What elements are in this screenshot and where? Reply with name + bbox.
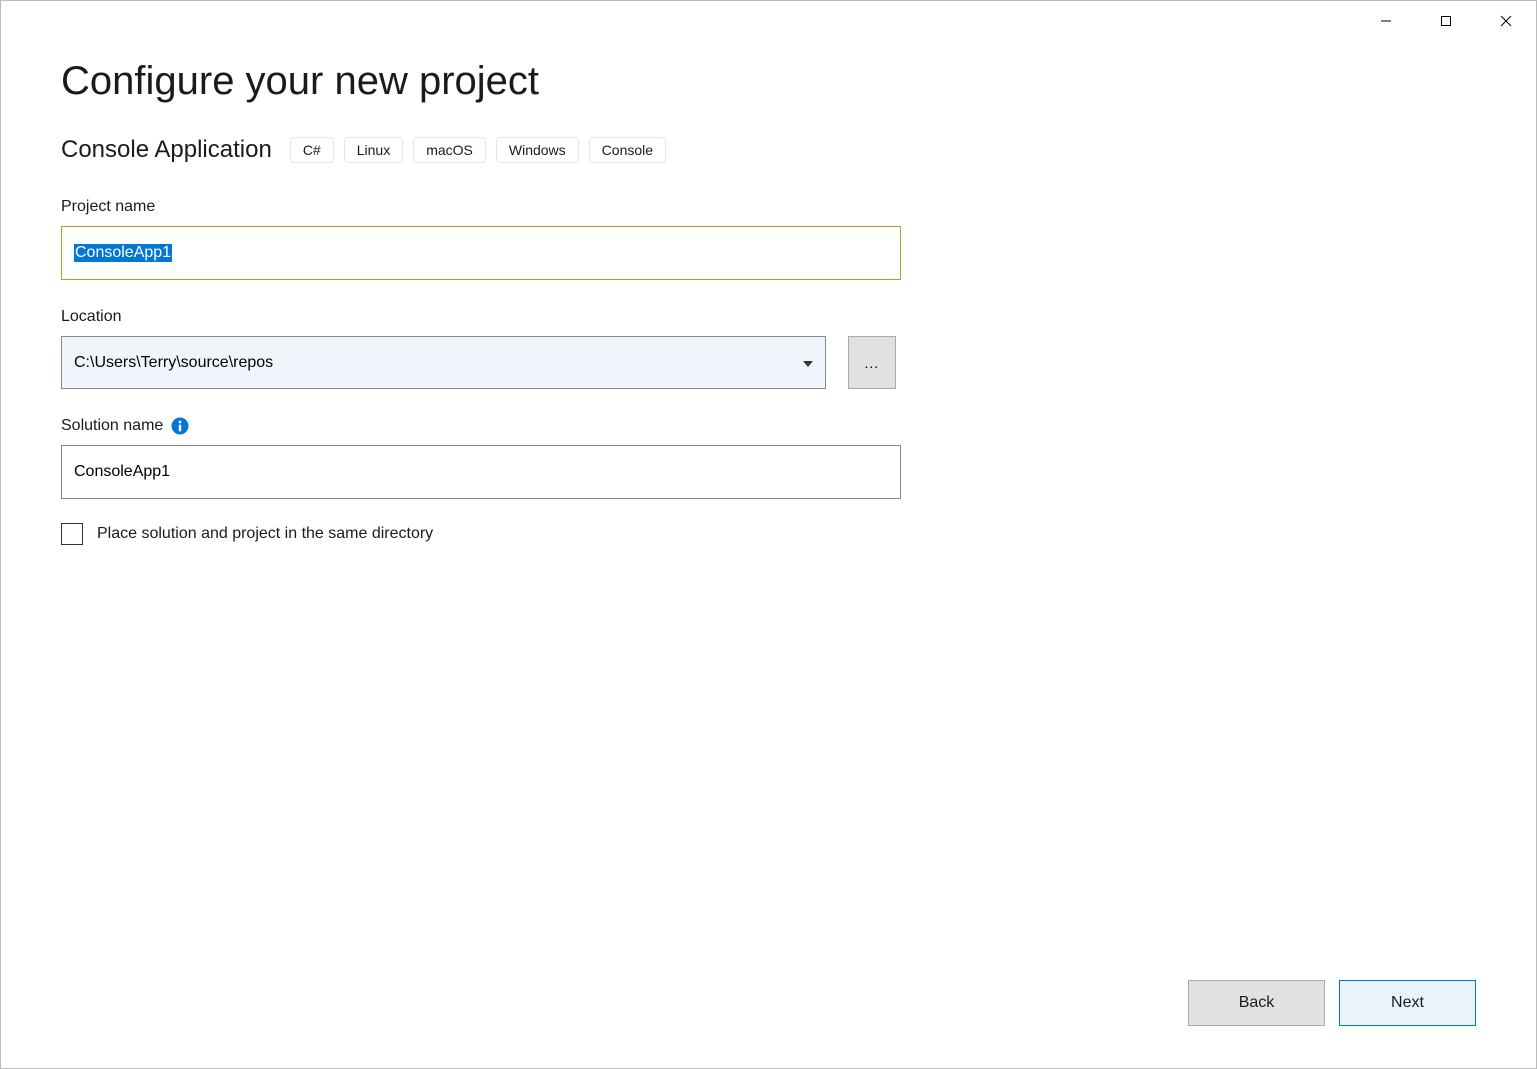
tag: C# xyxy=(290,137,334,163)
browse-button[interactable]: ... xyxy=(848,336,896,389)
template-name: Console Application xyxy=(61,136,272,164)
back-button[interactable]: Back xyxy=(1188,980,1325,1026)
location-value: C:\Users\Terry\source\repos xyxy=(74,354,273,372)
template-tags: C# Linux macOS Windows Console xyxy=(290,137,666,163)
info-icon[interactable] xyxy=(171,417,189,435)
same-directory-label: Place solution and project in the same d… xyxy=(97,525,433,543)
solution-name-label: Solution name xyxy=(61,417,896,435)
project-name-value: ConsoleApp1 xyxy=(74,244,172,262)
location-combo[interactable]: C:\Users\Terry\source\repos xyxy=(61,336,826,389)
close-button[interactable] xyxy=(1476,1,1536,41)
maximize-button[interactable] xyxy=(1416,1,1476,41)
chevron-down-icon xyxy=(803,354,813,372)
footer-buttons: Back Next xyxy=(1188,980,1476,1026)
window-controls xyxy=(1356,1,1536,41)
tag: Linux xyxy=(344,137,403,163)
solution-name-input[interactable] xyxy=(61,445,901,499)
project-name-label: Project name xyxy=(61,198,896,216)
page-title: Configure your new project xyxy=(61,59,1476,104)
project-name-input[interactable]: ConsoleApp1 xyxy=(61,226,901,280)
template-summary: Console Application C# Linux macOS Windo… xyxy=(61,136,1476,164)
next-button[interactable]: Next xyxy=(1339,980,1476,1026)
tag: macOS xyxy=(413,137,486,163)
minimize-button[interactable] xyxy=(1356,1,1416,41)
tag: Console xyxy=(589,137,666,163)
location-label: Location xyxy=(61,308,896,326)
same-directory-checkbox[interactable] xyxy=(61,523,83,545)
tag: Windows xyxy=(496,137,579,163)
solution-name-label-text: Solution name xyxy=(61,417,163,435)
